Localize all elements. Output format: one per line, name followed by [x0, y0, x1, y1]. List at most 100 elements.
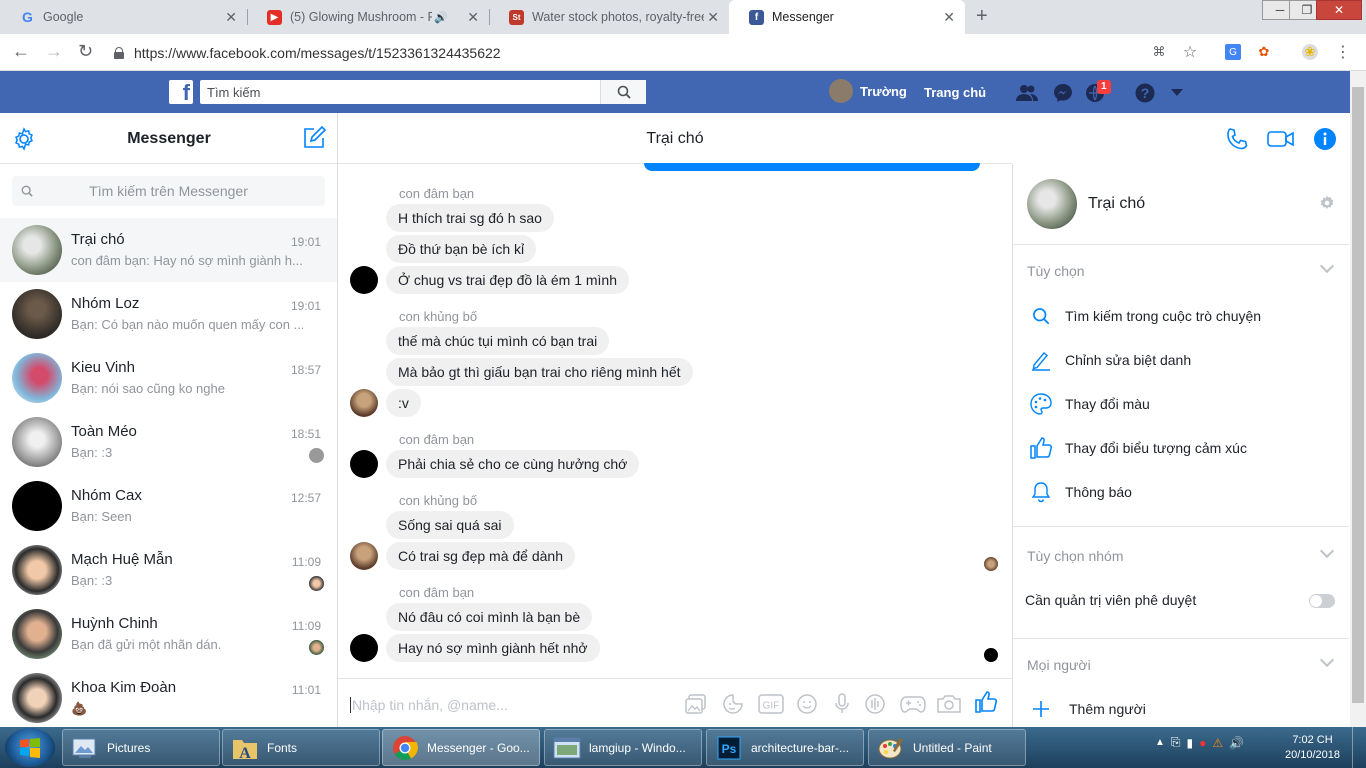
profile-link[interactable]: Trường: [829, 79, 907, 103]
sender-avatar[interactable]: [350, 542, 378, 570]
menu-dots-icon[interactable]: ⋮: [1335, 44, 1351, 61]
volume-icon[interactable]: 🔊: [1229, 736, 1244, 750]
tab-stock-photos[interactable]: St Water stock photos, royalty-free ✕: [489, 0, 729, 34]
profile-avatar-icon[interactable]: ❀: [1302, 44, 1318, 60]
notifications-option[interactable]: Thông báo: [1029, 480, 1132, 504]
chevron-down-icon[interactable]: [1319, 652, 1335, 668]
game-controller-icon[interactable]: [900, 693, 926, 715]
sticker-icon[interactable]: [722, 693, 744, 715]
chevron-down-icon[interactable]: [1319, 543, 1335, 559]
people-section-title[interactable]: Mọi người: [1027, 657, 1091, 673]
message-bubble[interactable]: Phải chia sẻ cho ce cùng hưởng chớ: [386, 450, 640, 478]
sender-avatar[interactable]: [350, 389, 378, 417]
microphone-icon[interactable]: [831, 693, 853, 715]
emoji-icon[interactable]: [796, 693, 818, 715]
chevron-down-icon[interactable]: [1319, 258, 1335, 274]
taskbar-item-explorer[interactable]: lamgiup - Windo...: [544, 729, 702, 766]
clock[interactable]: 7:02 CH 20/10/2018: [1275, 733, 1350, 763]
taskbar-item-pictures[interactable]: Pictures: [62, 729, 220, 766]
options-section-title[interactable]: Tùy chọn: [1027, 263, 1085, 279]
taskbar-item-fonts[interactable]: A Fonts: [222, 729, 380, 766]
message-bubble[interactable]: thế mà chúc tụi mình có bạn trai: [386, 327, 610, 355]
admin-approval-toggle[interactable]: [1309, 594, 1335, 608]
message-bubble[interactable]: Có trai sg đẹp mà để dành: [386, 542, 575, 570]
page-scrollbar[interactable]: [1350, 71, 1366, 727]
translate-icon[interactable]: ⌘: [1151, 44, 1167, 60]
compose-icon[interactable]: [302, 126, 326, 150]
start-button[interactable]: [5, 728, 55, 767]
change-color-option[interactable]: Thay đổi màu: [1029, 392, 1150, 416]
search-button[interactable]: [600, 80, 646, 104]
sender-avatar[interactable]: [350, 266, 378, 294]
message-bubble[interactable]: Đồ thứ bạn bè ích kỉ: [386, 235, 537, 263]
sender-avatar[interactable]: [350, 634, 378, 662]
info-icon[interactable]: [1313, 127, 1337, 151]
show-desktop-button[interactable]: [1352, 727, 1366, 768]
bookmark-star-icon[interactable]: ☆: [1182, 44, 1198, 61]
help-icon[interactable]: ?: [1133, 81, 1157, 105]
messenger-search-input[interactable]: Tìm kiếm trên Messenger: [12, 176, 325, 206]
conversation-item[interactable]: Huỳnh Chinh 11:09 Bạn đã gửi một nhãn dá…: [0, 602, 337, 666]
shield-warning-icon[interactable]: ⚠: [1212, 736, 1223, 750]
extension-icon[interactable]: ✿: [1256, 44, 1272, 60]
message-composer[interactable]: Nhập tin nhắn, @name... GIF: [338, 678, 1012, 727]
conversation-item[interactable]: Khoa Kim Đoàn 11:01 💩: [0, 666, 337, 730]
taskbar-item-paint[interactable]: Untitled - Paint: [868, 729, 1026, 766]
usb-device-icon[interactable]: ⎘: [1171, 735, 1181, 750]
friend-requests-icon[interactable]: [1015, 81, 1039, 105]
tab-google[interactable]: G Google ✕: [0, 0, 247, 34]
message-bubble[interactable]: H thích trai sg đó h sao: [386, 204, 554, 232]
conversation-item[interactable]: Trại chó 19:01 con đâm bạn: Hay nó sợ mì…: [0, 218, 337, 282]
messenger-icon[interactable]: [1051, 81, 1075, 105]
speaker-icon[interactable]: 🔊: [434, 11, 448, 24]
gif-icon[interactable]: GIF: [758, 693, 784, 715]
new-tab-button[interactable]: +: [976, 5, 988, 28]
add-people-button[interactable]: Thêm người: [1029, 697, 1146, 721]
close-tab-icon[interactable]: ✕: [225, 10, 237, 24]
message-bubble[interactable]: Nó đâu có coi mình là bạn bè: [386, 603, 593, 631]
search-in-conversation-option[interactable]: Tìm kiếm trong cuộc trò chuyện: [1029, 304, 1261, 328]
facebook-logo-icon[interactable]: f: [169, 80, 193, 104]
message-bubble[interactable]: Mà bảo gt thì giấu bạn trai cho riêng mì…: [386, 358, 693, 386]
conversation-item[interactable]: Toàn Méo 18:51 Bạn: :3: [0, 410, 337, 474]
close-tab-icon[interactable]: ✕: [467, 10, 479, 24]
network-signal-icon[interactable]: ▮: [1187, 736, 1194, 750]
like-thumbs-up-icon[interactable]: [974, 691, 998, 713]
gear-icon[interactable]: [1319, 195, 1335, 211]
group-avatar[interactable]: [1027, 179, 1077, 229]
edit-nicknames-option[interactable]: Chỉnh sửa biệt danh: [1029, 348, 1191, 372]
video-call-icon[interactable]: [1267, 129, 1295, 149]
group-options-section-title[interactable]: Tùy chọn nhóm: [1027, 548, 1124, 564]
antivirus-icon[interactable]: ●: [1199, 736, 1206, 750]
facebook-search-input[interactable]: Tìm kiếm: [200, 80, 646, 104]
back-button[interactable]: ←: [12, 42, 30, 60]
add-files-icon[interactable]: [685, 693, 707, 715]
conversation-item[interactable]: Nhóm Cax 12:57 Bạn: Seen: [0, 474, 337, 538]
camera-icon[interactable]: [936, 693, 962, 715]
change-emoji-option[interactable]: Thay đổi biểu tượng cảm xúc: [1029, 436, 1247, 460]
account-menu-icon[interactable]: [1165, 81, 1189, 105]
reload-button[interactable]: ↻: [78, 42, 93, 60]
message-bubble[interactable]: Sống sai quá sai: [386, 511, 514, 539]
message-bubble[interactable]: Hay nó sợ mình giành hết nhở: [386, 634, 600, 662]
sender-avatar[interactable]: [350, 450, 378, 478]
google-translate-extension-icon[interactable]: G: [1225, 44, 1241, 60]
audio-clip-icon[interactable]: [864, 693, 886, 715]
taskbar-item-photoshop[interactable]: Ps architecture-bar-...: [706, 729, 864, 766]
message-input[interactable]: Nhập tin nhắn, @name...: [350, 697, 508, 713]
close-tab-icon[interactable]: ✕: [943, 10, 955, 24]
close-tab-icon[interactable]: ✕: [707, 10, 719, 24]
forward-button[interactable]: →: [45, 42, 63, 60]
message-bubble[interactable]: Ở chug vs trai đẹp đồ là ém 1 mình: [386, 266, 630, 294]
conversation-item[interactable]: Nhóm Loz 19:01 Bạn: Có bạn nào muốn quen…: [0, 282, 337, 346]
conversation-item[interactable]: Mạch Huệ Mẫn 11:09 Bạn: :3: [0, 538, 337, 602]
tab-messenger[interactable]: f Messenger ✕: [729, 0, 965, 34]
taskbar-item-chrome[interactable]: Messenger - Goo...: [382, 729, 540, 766]
url-field[interactable]: https://www.facebook.com/messages/t/1523…: [108, 39, 1208, 66]
show-hidden-icons-icon[interactable]: ▲: [1155, 737, 1165, 748]
close-window-button[interactable]: ✕: [1316, 0, 1362, 20]
conversation-item[interactable]: Kieu Vinh 18:57 Bạn: nói sao cũng ko ngh…: [0, 346, 337, 410]
home-link[interactable]: Trang chủ: [924, 85, 986, 100]
phone-icon[interactable]: [1225, 127, 1249, 151]
message-bubble[interactable]: :v: [386, 389, 421, 417]
